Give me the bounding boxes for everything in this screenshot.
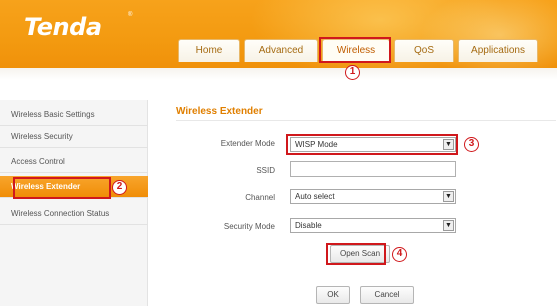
- dropdown-arrow-icon[interactable]: ▼: [443, 191, 454, 202]
- channel-select[interactable]: Auto select ▼: [290, 189, 456, 204]
- callout-box-open-scan: [326, 243, 386, 265]
- section-title: Wireless Extender: [176, 106, 263, 117]
- sidebar-item-wireless-basic-settings[interactable]: Wireless Basic Settings: [0, 104, 148, 126]
- tab-applications[interactable]: Applications: [458, 39, 538, 62]
- sidebar-item-wireless-connection-status[interactable]: Wireless Connection Status: [0, 203, 148, 225]
- dropdown-arrow-icon[interactable]: ▼: [443, 220, 454, 231]
- main-content: Wireless Extender Extender Mode WISP Mod…: [160, 80, 557, 306]
- channel-value: Auto select: [295, 192, 335, 201]
- security-mode-select[interactable]: Disable ▼: [290, 218, 456, 233]
- section-divider: [176, 120, 556, 121]
- callout-marker-4: 4: [392, 247, 407, 262]
- callout-box-wireless-extender: [13, 177, 111, 199]
- sidebar-item-wireless-security[interactable]: Wireless Security: [0, 126, 148, 148]
- extender-mode-label: Extender Mode: [220, 139, 275, 148]
- tab-qos[interactable]: QoS: [394, 39, 454, 62]
- security-mode-label: Security Mode: [223, 222, 275, 231]
- callout-marker-2: 2: [112, 180, 127, 195]
- cancel-button[interactable]: Cancel: [360, 286, 414, 304]
- callout-marker-1: 1: [345, 65, 360, 80]
- header-separator-band: [0, 68, 557, 80]
- callout-box-wireless-tab: [319, 37, 391, 63]
- callout-box-extender-mode: [286, 134, 458, 155]
- sidebar-item-access-control[interactable]: Access Control: [0, 151, 148, 173]
- trademark-mark: ®: [128, 12, 133, 18]
- channel-label: Channel: [245, 193, 275, 202]
- ssid-label: SSID: [256, 166, 275, 175]
- ok-button[interactable]: OK: [316, 286, 350, 304]
- tab-home[interactable]: Home: [178, 39, 240, 62]
- security-mode-value: Disable: [295, 221, 322, 230]
- ssid-input[interactable]: [290, 161, 456, 177]
- callout-marker-3: 3: [464, 137, 479, 152]
- tab-advanced[interactable]: Advanced: [244, 39, 318, 62]
- top-header: Tenda ® Home Advanced Wireless QoS Appli…: [0, 0, 557, 68]
- tenda-logo: Tenda: [24, 13, 102, 41]
- sidebar: Wireless Basic Settings Wireless Securit…: [0, 100, 148, 306]
